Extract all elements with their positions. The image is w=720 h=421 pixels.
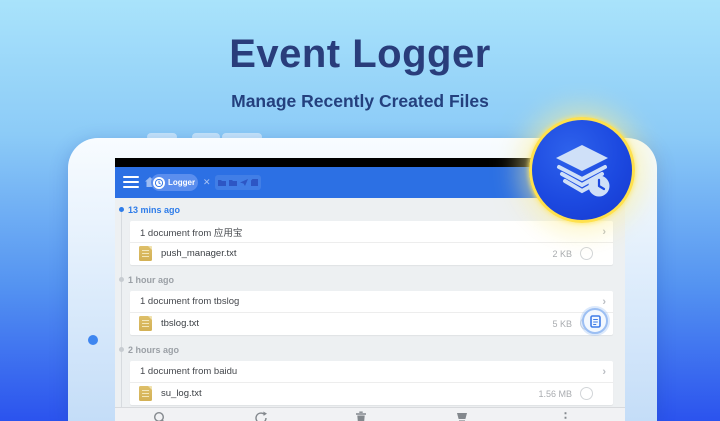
file-name: su_log.txt	[161, 388, 538, 399]
file-name: push_manager.txt	[161, 248, 552, 259]
file-size: 5 KB	[552, 319, 572, 329]
timeline-bullet	[119, 347, 124, 352]
menu-icon[interactable]	[123, 176, 139, 188]
refresh-icon[interactable]	[254, 411, 268, 421]
group-summary-row[interactable]: 1 document from 应用宝 ›	[130, 221, 613, 243]
group-summary-row[interactable]: 1 document from tbslog ›	[130, 291, 613, 313]
page-subtitle: Manage Recently Created Files	[0, 91, 720, 112]
timeline-bullet	[119, 277, 124, 282]
tab-logger[interactable]: Logger	[151, 174, 198, 191]
page-title: Event Logger	[0, 32, 720, 77]
folder2-icon[interactable]	[229, 179, 237, 186]
file-row[interactable]: push_manager.txt 2 KB	[130, 243, 613, 264]
toolbar-quick-icons	[215, 175, 261, 190]
clean-icon[interactable]	[455, 411, 469, 421]
document-icon	[139, 386, 152, 401]
group-time: 1 hour ago	[128, 274, 625, 286]
sdcard-icon[interactable]	[251, 179, 258, 186]
close-icon[interactable]: ✕	[203, 176, 211, 189]
file-group-card: 1 document from tbslog › tbslog.txt 5 KB	[130, 291, 613, 335]
tablet-camera	[88, 335, 98, 345]
group-summary-row[interactable]: 1 document from baidu ›	[130, 361, 613, 383]
document-icon	[139, 246, 152, 261]
select-radio[interactable]	[580, 387, 593, 400]
select-radio[interactable]	[580, 247, 593, 260]
tab-label: Logger	[168, 178, 195, 187]
timeline-rule	[121, 210, 122, 407]
file-group-card: 1 document from baidu › su_log.txt 1.56 …	[130, 361, 613, 405]
event-list: 13 mins ago 1 document from 应用宝 › push_m…	[115, 198, 625, 407]
file-assistant-button[interactable]	[582, 308, 608, 334]
chevron-right-icon: ›	[602, 366, 606, 378]
hero-header: Event Logger Manage Recently Created Fil…	[0, 0, 720, 112]
layers-clock-icon	[551, 141, 613, 199]
chevron-right-icon: ›	[602, 226, 606, 238]
file-group-card: 1 document from 应用宝 › push_manager.txt 2…	[130, 221, 613, 265]
clock-icon	[153, 177, 165, 189]
bottom-toolbar: ⋮	[115, 407, 625, 421]
document-icon	[139, 316, 152, 331]
event-logger-badge	[529, 117, 635, 223]
delete-icon[interactable]	[354, 411, 368, 421]
group-summary: 1 document from tbslog	[140, 296, 602, 307]
more-icon[interactable]: ⋮	[559, 411, 573, 421]
timeline-bullet	[119, 207, 124, 212]
chevron-right-icon: ›	[602, 296, 606, 308]
file-row[interactable]: tbslog.txt 5 KB	[130, 313, 613, 334]
send-icon[interactable]	[240, 179, 248, 186]
file-glyph-icon	[590, 315, 601, 328]
file-name: tbslog.txt	[161, 318, 552, 329]
folder-icon[interactable]	[218, 179, 226, 186]
search-icon[interactable]	[153, 411, 167, 421]
group-summary: 1 document from 应用宝	[140, 225, 602, 239]
file-size: 1.56 MB	[538, 389, 572, 399]
file-size: 2 KB	[552, 249, 572, 259]
group-summary: 1 document from baidu	[140, 366, 602, 377]
group-time: 2 hours ago	[128, 344, 625, 356]
file-row[interactable]: su_log.txt 1.56 MB	[130, 383, 613, 404]
